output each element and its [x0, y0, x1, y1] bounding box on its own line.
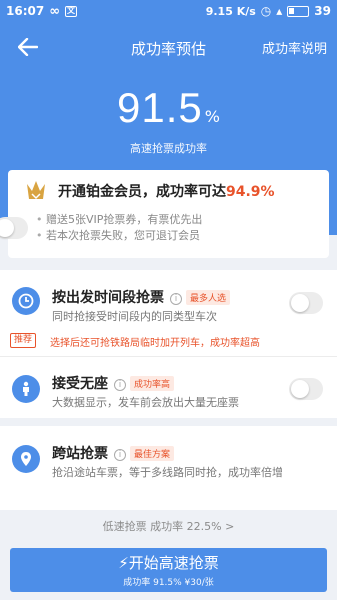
vip-rate-highlight: 94.9% — [226, 184, 275, 200]
section-gap — [0, 418, 337, 426]
crown-icon — [27, 181, 45, 200]
standing-person-icon — [12, 375, 40, 403]
vip-benefit-item: 若本次抢票失败，您可退订会员 — [36, 228, 202, 244]
option-tag: 最佳方案 — [130, 446, 175, 461]
recommend-badge: 推荐 — [10, 333, 37, 348]
info-icon[interactable]: i — [170, 293, 182, 305]
start-button-subtext: 成功率 91.5% ¥30/张 — [123, 578, 214, 588]
vip-benefits: 赠送5张VIP抢票券，有票优先出 若本次抢票失败，您可退订会员 — [36, 212, 202, 244]
lightning-icon: ⚡ — [118, 554, 129, 572]
rate-explanation-link[interactable]: 成功率说明 — [262, 38, 327, 57]
translate-icon: 文 — [65, 5, 78, 17]
option-title-text: 接受无座 — [52, 376, 108, 392]
option-desc: 抢沿途站车票，等于多线路同时抢，成功率倍增 — [52, 466, 283, 479]
option-title: 接受无座 i 成功率高 — [52, 373, 175, 393]
option-title: 按出发时间段抢票 i 最多人选 — [52, 287, 231, 307]
status-time: 16:07 — [6, 4, 45, 18]
success-rate: 91.5% — [0, 84, 337, 132]
signal-icon: ▴ — [276, 4, 283, 18]
vip-title-prefix: 开通铂金会员，成功率可达 — [58, 184, 226, 200]
battery-level: 39 — [314, 4, 331, 18]
info-icon[interactable]: i — [114, 449, 126, 461]
options-panel: 按出发时间段抢票 i 最多人选 同时抢接受时间段内的同类型车次 推荐 选择后还可抢铁… — [0, 270, 337, 510]
success-rate-unit: % — [204, 107, 220, 126]
divider — [0, 356, 337, 357]
option-tag: 最多人选 — [186, 290, 231, 305]
option-desc: 大数据显示，发车前会放出大量无座票 — [52, 396, 239, 409]
location-pin-icon — [12, 445, 40, 473]
option-title-text: 按出发时间段抢票 — [52, 290, 164, 306]
option-desc: 同时抢接受时间段内的同类型车次 — [52, 310, 217, 323]
vip-title: 开通铂金会员，成功率可达94.9% — [58, 181, 275, 201]
recommend-text: 选择后还可抢铁路局临时加开列车，成功率超高 — [50, 338, 260, 349]
clock-icon — [12, 287, 40, 315]
infinity-icon: ∞ — [49, 3, 61, 19]
nav-bar: 成功率预估 成功率说明 — [0, 30, 337, 64]
battery-icon — [287, 5, 310, 17]
option-title: 跨站抢票 i 最佳方案 — [52, 443, 175, 463]
vip-toggle[interactable] — [0, 217, 28, 239]
info-icon[interactable]: i — [114, 379, 126, 391]
status-bar: 16:07 ∞ 文 9.15 K/s ◷ ▴ 39 — [0, 0, 337, 22]
option-title-text: 跨站抢票 — [52, 446, 108, 462]
vip-benefit-item: 赠送5张VIP抢票券，有票优先出 — [36, 212, 202, 228]
vip-card: 开通铂金会员，成功率可达94.9% 赠送5张VIP抢票券，有票优先出 若本次抢票… — [0, 170, 329, 258]
no-seat-toggle[interactable] — [289, 378, 323, 400]
option-tag: 成功率高 — [130, 376, 175, 391]
success-rate-value: 91.5 — [117, 84, 203, 131]
start-high-speed-button[interactable]: ⚡开始高速抢票 成功率 91.5% ¥30/张 — [10, 548, 327, 592]
success-rate-caption: 高速抢票成功率 — [130, 142, 207, 155]
alarm-icon: ◷ — [260, 4, 272, 18]
start-button-text: 开始高速抢票 — [128, 554, 219, 572]
time-range-toggle[interactable] — [289, 292, 323, 314]
low-speed-link[interactable]: 低速抢票 成功率 22.5% > — [0, 518, 337, 534]
recommend-row: 推荐 选择后还可抢铁路局临时加开列车，成功率超高 — [0, 332, 337, 350]
network-speed: 9.15 K/s — [205, 4, 256, 18]
start-button-label: ⚡开始高速抢票 — [10, 552, 327, 573]
